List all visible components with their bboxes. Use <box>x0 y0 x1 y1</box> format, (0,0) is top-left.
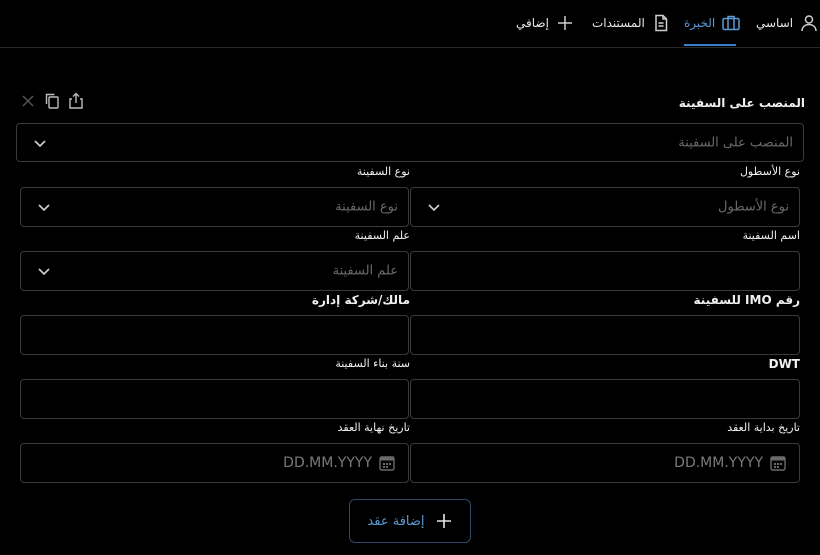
calendar-icon[interactable] <box>769 454 787 472</box>
add-contract-label: إضافة عقد <box>367 513 425 529</box>
chevron-down-icon <box>38 204 50 212</box>
top-navigation: اساسي الخبرة المستندات إضافي <box>0 0 820 48</box>
position-label: المنصب على السفينة <box>678 96 805 110</box>
contract-start-date-input[interactable]: DD.MM.YYYY <box>410 443 800 483</box>
tab-basic-label: اساسي <box>756 16 794 30</box>
chevron-down-icon <box>38 268 50 276</box>
plus-icon <box>557 16 572 30</box>
build-year-input[interactable] <box>20 379 409 419</box>
tab-basic[interactable]: اساسي <box>756 10 819 36</box>
fleet-type-select[interactable]: نوع الأسطول <box>410 187 800 227</box>
owner-input[interactable] <box>20 315 409 355</box>
imo-label: رقم IMO للسفينة <box>693 293 800 307</box>
calendar-icon[interactable] <box>378 454 396 472</box>
contract-end-label: تاريخ نهاية العقد <box>337 421 410 434</box>
tab-additional[interactable]: إضافي <box>516 10 575 36</box>
document-icon <box>655 14 668 32</box>
contract-start-placeholder: DD.MM.YYYY <box>674 455 763 471</box>
chevron-down-icon <box>34 139 46 147</box>
plus-icon <box>436 514 451 528</box>
tab-additional-label: إضافي <box>516 16 549 30</box>
vessel-type-select[interactable]: نوع السفينة <box>20 187 409 227</box>
dwt-input[interactable] <box>410 379 800 419</box>
tab-documents[interactable]: المستندات <box>592 10 671 36</box>
user-icon <box>801 15 817 32</box>
entry-actions <box>18 90 86 112</box>
remove-button[interactable] <box>18 90 38 112</box>
vessel-flag-label: علم السفينة <box>354 229 410 242</box>
imo-input[interactable] <box>410 315 800 355</box>
vessel-name-label: اسم السفينة <box>742 229 800 242</box>
vessel-type-label: نوع السفينة <box>356 165 410 178</box>
duplicate-button[interactable] <box>42 90 62 112</box>
share-button[interactable] <box>66 90 86 112</box>
tab-documents-label: المستندات <box>592 16 645 30</box>
build-year-label: سنة بناء السفينة <box>335 357 410 370</box>
contract-end-date-input[interactable]: DD.MM.YYYY <box>20 443 409 483</box>
vessel-name-input[interactable] <box>410 251 800 291</box>
fleet-type-label: نوع الأسطول <box>739 165 800 178</box>
fleet-type-placeholder: نوع الأسطول <box>718 199 789 215</box>
vessel-flag-placeholder: علم السفينة <box>332 263 398 279</box>
close-icon <box>22 95 34 107</box>
active-tab-indicator <box>684 44 736 46</box>
dwt-label: DWT <box>768 357 800 371</box>
vessel-flag-select[interactable]: علم السفينة <box>20 251 409 291</box>
owner-label: مالك/شركة إدارة <box>311 293 410 307</box>
share-icon <box>69 92 83 109</box>
add-contract-button[interactable]: إضافة عقد <box>349 499 471 543</box>
tab-experience[interactable]: الخبرة <box>684 10 741 36</box>
contract-start-label: تاريخ بداية العقد <box>727 421 800 434</box>
contract-end-placeholder: DD.MM.YYYY <box>283 455 372 471</box>
position-placeholder: المنصب على السفينة <box>678 135 793 150</box>
briefcase-icon <box>722 15 741 31</box>
copy-icon <box>45 93 59 109</box>
position-select[interactable]: المنصب على السفينة <box>16 123 804 162</box>
tab-experience-label: الخبرة <box>684 16 716 30</box>
vessel-type-placeholder: نوع السفينة <box>335 199 398 215</box>
chevron-down-icon <box>428 204 440 212</box>
